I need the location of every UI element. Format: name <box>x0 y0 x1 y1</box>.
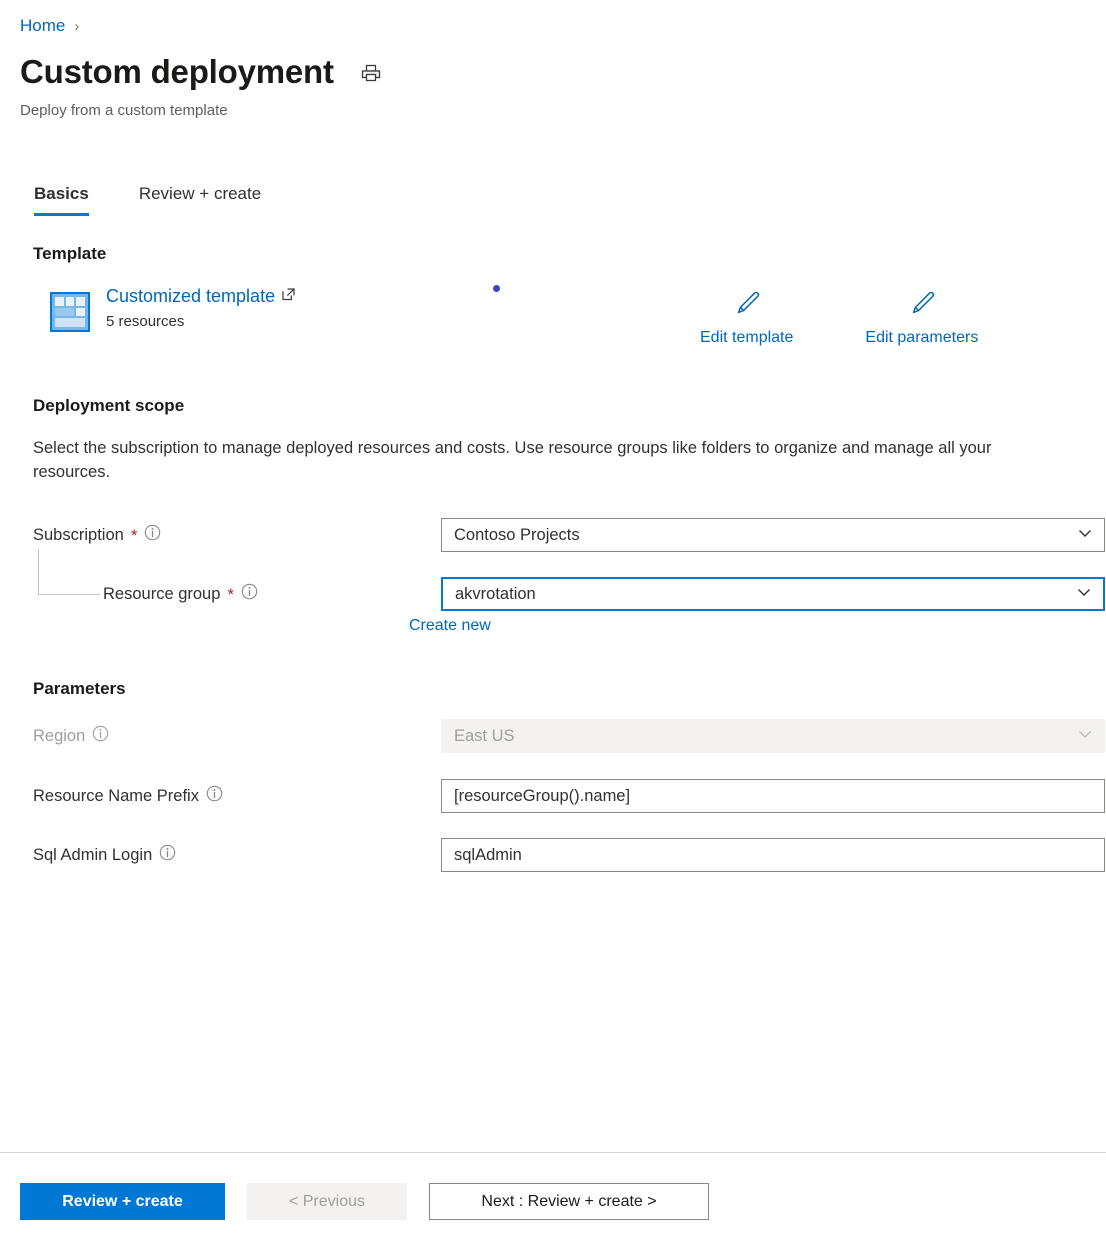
sql-admin-login-input[interactable]: sqlAdmin <box>441 838 1105 872</box>
subscription-value: Contoso Projects <box>454 526 1068 545</box>
customized-template-link[interactable]: Customized template <box>106 286 296 307</box>
template-resource-count: 5 resources <box>106 313 184 330</box>
grid-cell <box>66 297 75 306</box>
page-subtitle: Deploy from a custom template <box>20 102 228 119</box>
grid-cell <box>55 308 74 317</box>
edit-template-button[interactable]: Edit template <box>700 288 793 347</box>
required-asterisk: * <box>227 586 234 603</box>
customized-template-label: Customized template <box>106 286 275 307</box>
custom-deployment-page: Home › Custom deployment Deploy from a c… <box>0 0 1106 1241</box>
resource-name-prefix-label-group: Resource Name Prefix <box>33 779 223 813</box>
tab-review-create[interactable]: Review + create <box>125 180 275 216</box>
info-icon[interactable] <box>159 844 176 866</box>
sql-admin-login-value: sqlAdmin <box>454 846 1094 865</box>
section-heading-template: Template <box>33 244 106 264</box>
footer-divider <box>0 1152 1106 1153</box>
resource-group-select[interactable]: akvrotation <box>441 577 1105 611</box>
grid-cell <box>55 297 64 306</box>
subscription-label-group: Subscription * <box>33 518 161 552</box>
info-icon[interactable] <box>144 524 161 546</box>
info-icon[interactable] <box>92 725 109 747</box>
chevron-down-icon <box>1075 583 1093 606</box>
template-edit-actions: Edit template Edit parameters <box>700 288 978 347</box>
region-row: Region East US <box>33 719 1073 753</box>
section-heading-parameters: Parameters <box>33 679 126 699</box>
region-label-group: Region <box>33 719 109 753</box>
grid-cell <box>76 297 85 306</box>
resource-group-value: akvrotation <box>455 585 1067 604</box>
tab-list: Basics Review + create <box>20 180 275 216</box>
chevron-down-icon <box>1076 725 1094 748</box>
edit-parameters-button[interactable]: Edit parameters <box>865 288 978 347</box>
status-dot <box>493 285 500 292</box>
region-select: East US <box>441 719 1105 753</box>
resource-group-label-group: Resource group * <box>103 577 258 611</box>
subscription-row: Subscription * Contoso Projects <box>33 518 1073 552</box>
sql-admin-login-row: Sql Admin Login sqlAdmin <box>33 838 1073 872</box>
resource-group-label: Resource group <box>103 585 220 604</box>
pencil-icon <box>732 288 762 323</box>
region-value: East US <box>454 727 1068 746</box>
sql-admin-login-label-group: Sql Admin Login <box>33 838 176 872</box>
required-asterisk: * <box>131 527 138 544</box>
pencil-icon <box>907 288 937 323</box>
previous-button: < Previous <box>247 1183 407 1220</box>
next-review-create-button[interactable]: Next : Review + create > <box>429 1183 709 1220</box>
info-icon[interactable] <box>206 785 223 807</box>
title-row: Custom deployment <box>20 54 382 90</box>
page-title: Custom deployment <box>20 54 334 90</box>
edit-parameters-label: Edit parameters <box>865 329 978 347</box>
deployment-scope-description: Select the subscription to manage deploy… <box>33 437 1023 485</box>
chevron-right-icon: › <box>74 18 79 35</box>
subscription-select[interactable]: Contoso Projects <box>441 518 1105 552</box>
info-icon[interactable] <box>241 583 258 605</box>
chevron-down-icon <box>1076 524 1094 547</box>
resource-group-row: Resource group * akvrotation <box>33 577 1073 611</box>
review-create-button[interactable]: Review + create <box>20 1183 225 1220</box>
create-new-resource-group-link[interactable]: Create new <box>409 617 491 635</box>
subscription-label: Subscription <box>33 526 124 545</box>
print-icon[interactable] <box>360 62 382 89</box>
breadcrumb: Home › <box>20 16 79 36</box>
breadcrumb-home-link[interactable]: Home <box>20 16 65 36</box>
section-heading-deployment-scope: Deployment scope <box>33 396 184 416</box>
grid-cell <box>76 308 85 317</box>
resource-name-prefix-value: [resourceGroup().name] <box>454 787 1094 806</box>
resource-name-prefix-label: Resource Name Prefix <box>33 787 199 806</box>
sql-admin-login-label: Sql Admin Login <box>33 846 152 865</box>
external-link-icon <box>281 286 296 307</box>
edit-template-label: Edit template <box>700 329 793 347</box>
grid-cell <box>55 318 85 327</box>
resource-name-prefix-row: Resource Name Prefix [resourceGroup().na… <box>33 779 1073 813</box>
footer-actions: Review + create < Previous Next : Review… <box>20 1183 709 1220</box>
template-grid-icon <box>50 292 90 332</box>
region-label: Region <box>33 727 85 746</box>
tab-basics[interactable]: Basics <box>20 180 103 216</box>
resource-name-prefix-input[interactable]: [resourceGroup().name] <box>441 779 1105 813</box>
